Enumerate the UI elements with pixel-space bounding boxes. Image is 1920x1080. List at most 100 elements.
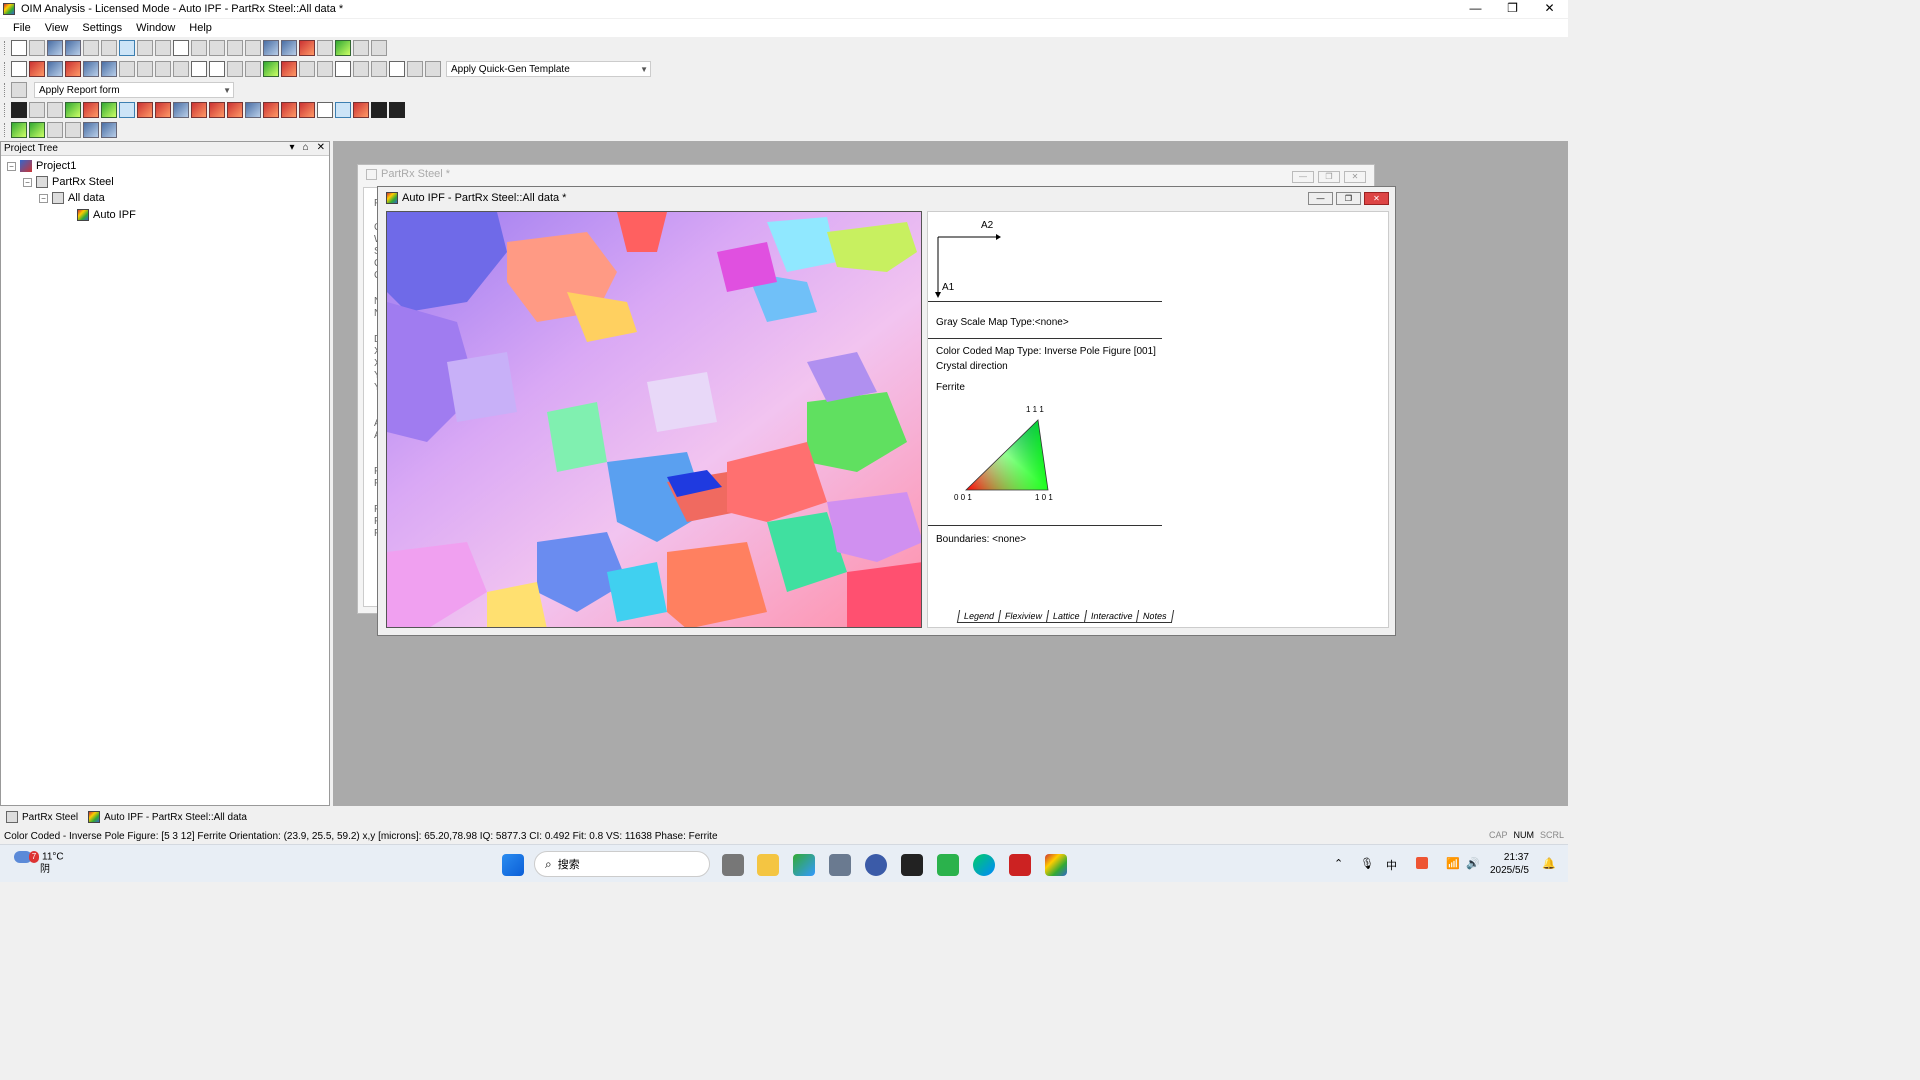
menu-view[interactable]: View bbox=[38, 22, 76, 34]
report-form-icon[interactable] bbox=[11, 82, 27, 98]
tab-flexiview[interactable]: Flexiview bbox=[997, 610, 1050, 623]
layout-icon[interactable] bbox=[317, 40, 333, 56]
menu-window[interactable]: Window bbox=[129, 22, 182, 34]
arrange-icon[interactable] bbox=[245, 40, 261, 56]
maximize-button[interactable]: ❐ bbox=[1494, 0, 1531, 18]
ipf-plot-icon[interactable] bbox=[209, 61, 225, 77]
tab-legend[interactable]: Legend bbox=[956, 610, 1002, 623]
grain-map-icon[interactable] bbox=[47, 61, 63, 77]
window-list-icon[interactable] bbox=[263, 40, 279, 56]
toolbar-grip[interactable] bbox=[4, 103, 7, 117]
asterisk-icon[interactable] bbox=[281, 102, 297, 118]
app-icon[interactable] bbox=[865, 854, 887, 876]
maximize-button[interactable]: ❐ bbox=[1336, 192, 1361, 205]
disabled-map-icon[interactable] bbox=[155, 61, 171, 77]
toolbar-grip[interactable] bbox=[4, 41, 7, 55]
new-file-icon[interactable] bbox=[11, 40, 27, 56]
chart-icon[interactable] bbox=[263, 61, 279, 77]
settings-icon[interactable] bbox=[829, 854, 851, 876]
tree-item-auto-ipf[interactable]: Auto IPF bbox=[77, 209, 136, 221]
tray-app-icon[interactable] bbox=[1416, 857, 1428, 869]
disabled-map-icon[interactable] bbox=[137, 61, 153, 77]
disabled-map-icon[interactable] bbox=[173, 61, 189, 77]
disabled-map-icon[interactable] bbox=[119, 61, 135, 77]
pin-icon[interactable]: ⌂ bbox=[303, 142, 309, 153]
pattern-icon[interactable] bbox=[101, 122, 117, 138]
clock[interactable]: 21:37 2025/5/5 bbox=[1490, 851, 1529, 877]
tab-interactive[interactable]: Interactive bbox=[1083, 610, 1140, 623]
qq-icon[interactable] bbox=[901, 854, 923, 876]
collapse-icon[interactable]: − bbox=[7, 161, 16, 171]
partition-icon[interactable] bbox=[11, 122, 27, 138]
zoom-in-icon[interactable] bbox=[137, 40, 153, 56]
search-box[interactable]: ⌕ 搜索 bbox=[534, 851, 710, 877]
file-explorer-icon[interactable] bbox=[757, 854, 779, 876]
save-icon[interactable] bbox=[47, 40, 63, 56]
window-tab-auto-ipf[interactable]: Auto IPF - PartRx Steel::All data bbox=[88, 811, 247, 823]
disabled-plot-icon[interactable] bbox=[227, 61, 243, 77]
phase-map-icon[interactable] bbox=[65, 61, 81, 77]
properties-icon[interactable] bbox=[101, 40, 117, 56]
recorder-icon[interactable] bbox=[1009, 854, 1031, 876]
dataset-icon[interactable] bbox=[65, 122, 81, 138]
boundary-icon[interactable] bbox=[227, 102, 243, 118]
open-folder-icon[interactable] bbox=[29, 40, 45, 56]
disabled-texture-icon[interactable] bbox=[371, 61, 387, 77]
window-tab-partrx-steel[interactable]: PartRx Steel bbox=[6, 811, 78, 823]
kam-map-icon[interactable] bbox=[101, 61, 117, 77]
point-select-icon[interactable] bbox=[119, 102, 135, 118]
disabled-chart-icon[interactable] bbox=[317, 61, 333, 77]
menu-file[interactable]: File bbox=[6, 22, 38, 34]
target-icon[interactable] bbox=[335, 102, 351, 118]
texture-icon[interactable] bbox=[335, 61, 351, 77]
line-icon[interactable] bbox=[245, 102, 261, 118]
disabled-chart-icon[interactable] bbox=[299, 61, 315, 77]
rotate-icon[interactable] bbox=[353, 102, 369, 118]
disabled-texture-icon[interactable] bbox=[353, 61, 369, 77]
toolbar-grip[interactable] bbox=[4, 83, 7, 97]
collapse-icon[interactable]: − bbox=[39, 193, 48, 203]
polygon-select-icon[interactable] bbox=[173, 102, 189, 118]
task-view-icon[interactable] bbox=[722, 854, 744, 876]
widgets-icon[interactable] bbox=[793, 854, 815, 876]
start-button[interactable] bbox=[502, 854, 524, 876]
lasso-icon[interactable] bbox=[29, 102, 45, 118]
tree-item-project1[interactable]: − Project1 bbox=[7, 160, 76, 172]
disabled-plot-icon[interactable] bbox=[245, 61, 261, 77]
zoom-out-icon[interactable] bbox=[155, 40, 171, 56]
collapse-icon[interactable]: − bbox=[23, 177, 32, 187]
notification-icon[interactable]: 🔔 bbox=[1542, 857, 1556, 870]
tree-item-partrx-steel[interactable]: − PartRx Steel bbox=[23, 176, 114, 188]
minimize-button[interactable]: — bbox=[1457, 0, 1494, 18]
histogram-icon[interactable] bbox=[281, 61, 297, 77]
wifi-icon[interactable]: 📶 bbox=[1446, 857, 1460, 870]
grid-icon[interactable] bbox=[11, 102, 27, 118]
ime-indicator[interactable]: 中 bbox=[1386, 857, 1397, 873]
ipf-map-image[interactable] bbox=[386, 211, 922, 628]
pan-icon[interactable] bbox=[119, 40, 135, 56]
context-help-icon[interactable] bbox=[371, 40, 387, 56]
disabled-table-icon[interactable] bbox=[407, 61, 423, 77]
scan-icon[interactable] bbox=[83, 122, 99, 138]
close-button[interactable]: ✕ bbox=[1364, 192, 1389, 205]
toolbar-grip[interactable] bbox=[4, 123, 7, 137]
report-form-select[interactable]: Apply Report form ▼ bbox=[34, 82, 234, 98]
sphere-icon[interactable] bbox=[101, 102, 117, 118]
report-icon[interactable] bbox=[299, 40, 315, 56]
tree-item-all-data[interactable]: − All data bbox=[39, 192, 105, 204]
save-all-icon[interactable] bbox=[65, 40, 81, 56]
toolbar-grip[interactable] bbox=[4, 62, 7, 76]
pole-figure-icon[interactable] bbox=[191, 61, 207, 77]
menu-help[interactable]: Help bbox=[182, 22, 219, 34]
minimize-button[interactable]: — bbox=[1308, 192, 1333, 205]
oim-taskbar-icon[interactable] bbox=[1045, 854, 1067, 876]
color-fill-icon[interactable] bbox=[371, 102, 387, 118]
cross-icon[interactable] bbox=[209, 102, 225, 118]
menu-settings[interactable]: Settings bbox=[75, 22, 129, 34]
tag-icon[interactable] bbox=[191, 102, 207, 118]
pointer-icon[interactable] bbox=[173, 40, 189, 56]
quick-gen-template-select[interactable]: Apply Quick-Gen Template ▼ bbox=[446, 61, 651, 77]
cascade-icon[interactable] bbox=[191, 40, 207, 56]
tile-vertical-icon[interactable] bbox=[227, 40, 243, 56]
microphone-icon[interactable]: 🎙 bbox=[1360, 857, 1374, 870]
